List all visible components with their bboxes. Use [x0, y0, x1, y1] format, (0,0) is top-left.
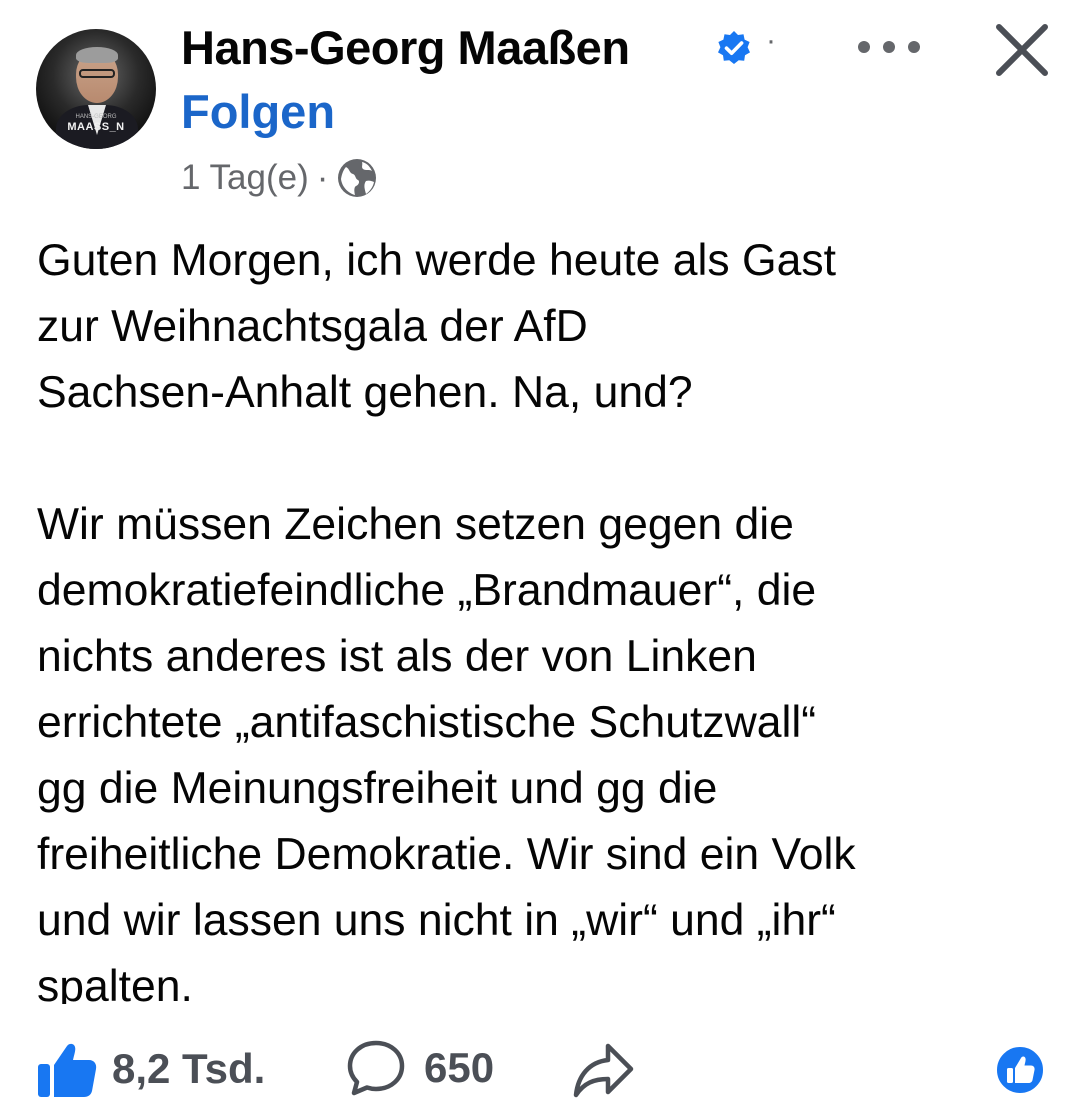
post-paragraph: Guten Morgen, ich werde heute als Gast z… [37, 236, 836, 417]
comment-button[interactable]: 650 [346, 1038, 494, 1098]
author-name[interactable]: Hans-Georg Maaßen [181, 20, 630, 75]
close-icon[interactable] [994, 22, 1050, 78]
follow-button[interactable]: Folgen [181, 84, 335, 139]
more-dot [908, 41, 920, 53]
verified-badge-icon [718, 31, 750, 64]
avatar-brand-small: HANS-GEORG [75, 114, 117, 120]
like-button[interactable]: 8,2 Tsd. [36, 1038, 265, 1100]
more-options-icon[interactable] [858, 32, 920, 62]
avatar-hair [76, 47, 118, 63]
post-paragraph: Wir müssen Zeichen setzen gegen die demo… [37, 500, 856, 1004]
post-meta: 1 Tag(e) · [181, 156, 378, 200]
post-timestamp[interactable]: 1 Tag(e) [181, 158, 309, 198]
post-body: Guten Morgen, ich werde heute als Gast z… [37, 228, 1047, 1004]
comment-bubble-icon [347, 1040, 405, 1096]
thumbs-up-icon [38, 1043, 97, 1097]
like-reaction-badge-icon [995, 1045, 1045, 1095]
facebook-post: HANS-GEORG MAASS_N Hans-Georg Maaßen · F… [0, 0, 1080, 1120]
author-avatar[interactable]: HANS-GEORG MAASS_N [36, 29, 156, 149]
more-dot [858, 41, 870, 53]
more-dot [883, 41, 895, 53]
comment-count: 650 [424, 1044, 495, 1091]
post-actions: 8,2 Tsd. 650 [0, 1030, 1080, 1110]
title-separator: · [766, 24, 776, 57]
globe-icon [338, 159, 377, 197]
share-arrow-icon[interactable] [572, 1040, 634, 1100]
like-count: 8,2 Tsd. [112, 1045, 266, 1092]
avatar-glasses [79, 69, 115, 78]
avatar-brand: MAASS_N [67, 121, 125, 133]
meta-separator: · [316, 158, 329, 197]
